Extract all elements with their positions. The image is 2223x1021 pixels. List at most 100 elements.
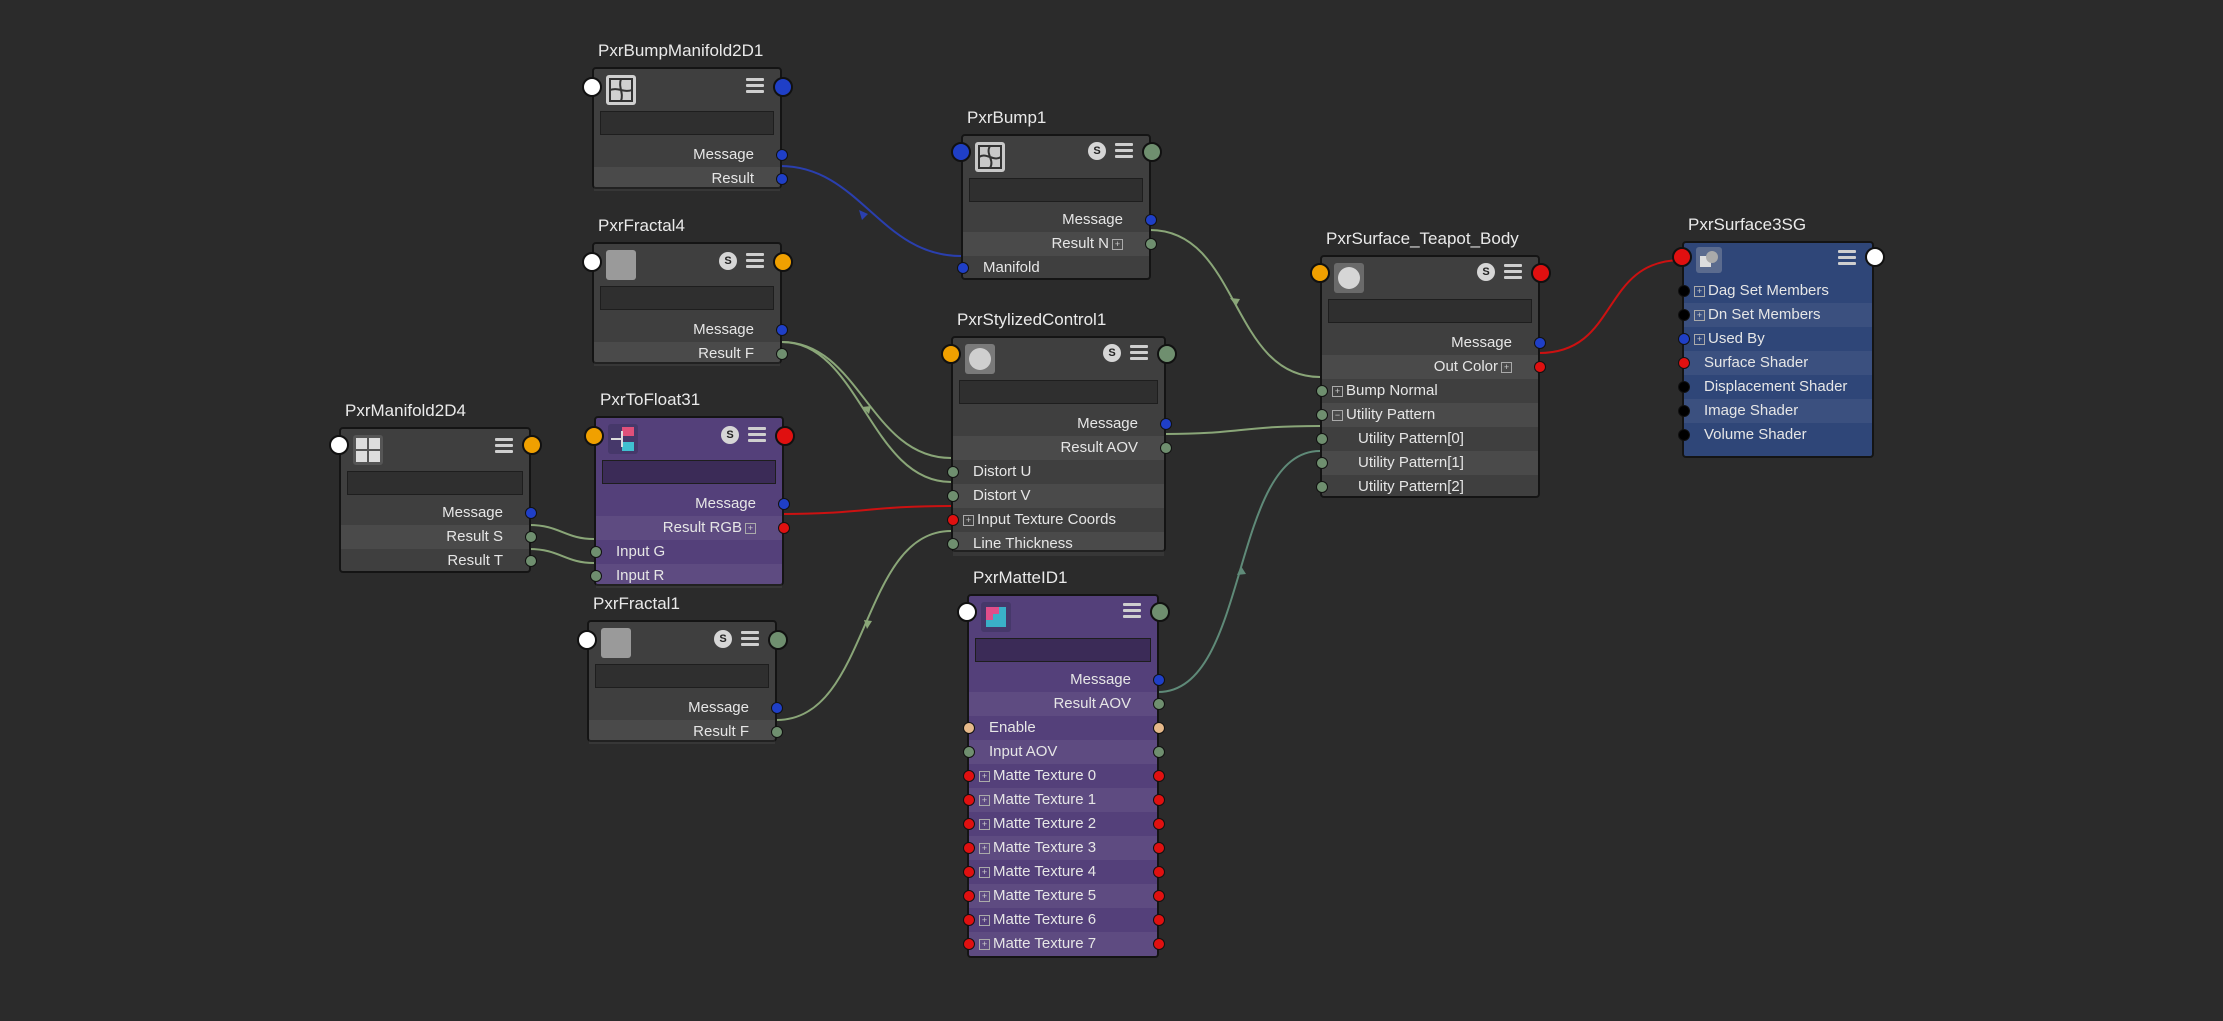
input-port-matte-texture[interactable] [963,914,975,926]
input-port-matte-texture[interactable] [963,866,975,878]
input-port-main[interactable] [582,77,602,97]
node-name-field[interactable] [347,471,523,495]
wire-fractal4-to-distortv[interactable] [781,341,952,483]
output-port-main[interactable] [1142,142,1162,162]
input-port-matte-texture[interactable] [963,818,975,830]
swatch-badge[interactable]: S [719,252,737,270]
wire-fractal4-to-distortu[interactable] [781,341,952,459]
input-port-matte-texture[interactable] [963,794,975,806]
output-port-message[interactable] [1534,337,1546,349]
attribute-list-icon[interactable] [1115,143,1133,159]
attribute-list-icon[interactable] [741,631,759,647]
expand-icon[interactable]: + [963,515,974,526]
expand-icon[interactable]: + [1501,362,1512,373]
output-port-matte-texture[interactable] [1153,890,1165,902]
node-name-field[interactable] [600,111,774,135]
input-port-utility-pattern-0[interactable] [1316,433,1328,445]
output-port-result-f[interactable] [771,726,783,738]
expand-icon[interactable]: + [1112,239,1123,250]
wire-manifold-t-to-inputr[interactable] [528,548,595,564]
node-pxrmanifold2d4[interactable]: PxrManifold2D4 Message Result S Result T [329,401,542,573]
node-name-field[interactable] [959,380,1158,404]
input-port-main[interactable] [582,252,602,272]
expand-icon[interactable]: + [1694,334,1705,345]
node-pxrbumpmanifold2d1[interactable]: PxrBumpManifold2D1 Message Result [582,41,793,191]
node-pxrtofloat31[interactable]: PxrToFloat31 S Message Result RGB + Input… [584,390,795,588]
node-name-field[interactable] [595,664,769,688]
input-port-volume-shader[interactable] [1678,429,1690,441]
node-pxrfractal1[interactable]: PxrFractal1 S Message Result F [577,594,788,744]
wire-fractal1-to-linethickness[interactable] [776,530,952,721]
node-name-field[interactable] [600,286,774,310]
output-port-main[interactable] [768,630,788,650]
swatch-badge[interactable]: S [1103,344,1121,362]
input-port-utility-pattern-2[interactable] [1316,481,1328,493]
wire-matte-to-utility1[interactable] [1157,450,1321,693]
output-port-result-t[interactable] [525,555,537,567]
input-port-input-g[interactable] [590,546,602,558]
output-port-matte-texture[interactable] [1153,818,1165,830]
expand-icon[interactable]: + [979,915,990,926]
input-port-distort-v[interactable] [947,490,959,502]
node-name-field[interactable] [602,460,776,484]
attribute-list-icon[interactable] [1504,264,1522,280]
input-port-input-aov[interactable] [963,746,975,758]
output-port-enable[interactable] [1153,722,1165,734]
input-port-displacement-shader[interactable] [1678,381,1690,393]
input-port-line-thickness[interactable] [947,538,959,550]
swatch-badge[interactable]: S [714,630,732,648]
output-port-message[interactable] [776,149,788,161]
node-pxrmatteid1[interactable]: PxrMatteID1 Message Result AOV Enable In… [957,568,1170,958]
expand-icon[interactable]: + [979,939,990,950]
attribute-list-icon[interactable] [748,427,766,443]
input-port-texture-coords[interactable] [947,514,959,526]
attribute-list-icon[interactable] [1130,345,1148,361]
expand-icon[interactable]: + [979,843,990,854]
output-port-matte-texture[interactable] [1153,842,1165,854]
output-port-result-aov[interactable] [1160,442,1172,454]
output-port-result-rgb[interactable] [778,522,790,534]
output-port-message[interactable] [771,702,783,714]
input-port-main[interactable] [957,602,977,622]
output-port-input-aov[interactable] [1153,746,1165,758]
output-port-matte-texture[interactable] [1153,938,1165,950]
input-port-main[interactable] [1310,263,1330,283]
node-name-field[interactable] [1328,299,1532,323]
input-port-surface-shader[interactable] [1678,357,1690,369]
output-port-main[interactable] [1865,247,1885,267]
input-port-input-r[interactable] [590,570,602,582]
output-port-message[interactable] [1160,418,1172,430]
input-port-main[interactable] [941,344,961,364]
expand-icon[interactable]: + [1694,310,1705,321]
expand-icon[interactable]: + [979,891,990,902]
input-port-enable[interactable] [963,722,975,734]
output-port-matte-texture[interactable] [1153,794,1165,806]
attribute-list-icon[interactable] [1838,250,1856,266]
output-port-out-color[interactable] [1534,361,1546,373]
input-port-main[interactable] [1672,247,1692,267]
input-port-main[interactable] [951,142,971,162]
output-port-result-n[interactable] [1145,238,1157,250]
attribute-list-icon[interactable] [1123,603,1141,619]
wire-surface-to-sg[interactable] [1538,259,1683,354]
input-port-matte-texture[interactable] [963,890,975,902]
output-port-main[interactable] [1157,344,1177,364]
wire-tofloat-to-texcoords[interactable] [782,505,952,515]
input-port-matte-texture[interactable] [963,842,975,854]
input-port-bump-normal[interactable] [1316,385,1328,397]
input-port-distort-u[interactable] [947,466,959,478]
input-port-image-shader[interactable] [1678,405,1690,417]
output-port-message[interactable] [776,324,788,336]
attribute-list-icon[interactable] [495,438,513,454]
node-name-field[interactable] [969,178,1143,202]
expand-icon[interactable]: + [745,523,756,534]
input-port-matte-texture[interactable] [963,770,975,782]
node-pxrbump1[interactable]: PxrBump1 S Message Result N + Manifold [951,108,1162,280]
output-port-main[interactable] [773,77,793,97]
attribute-list-icon[interactable] [746,253,764,269]
output-port-main[interactable] [773,252,793,272]
node-pxrsurface3sg[interactable]: PxrSurface3SG + Dag Set Members + Dn Set M… [1672,215,1885,458]
expand-icon[interactable]: + [979,771,990,782]
wire-stylized-to-utility0[interactable] [1164,425,1321,435]
swatch-badge[interactable]: S [1088,142,1106,160]
